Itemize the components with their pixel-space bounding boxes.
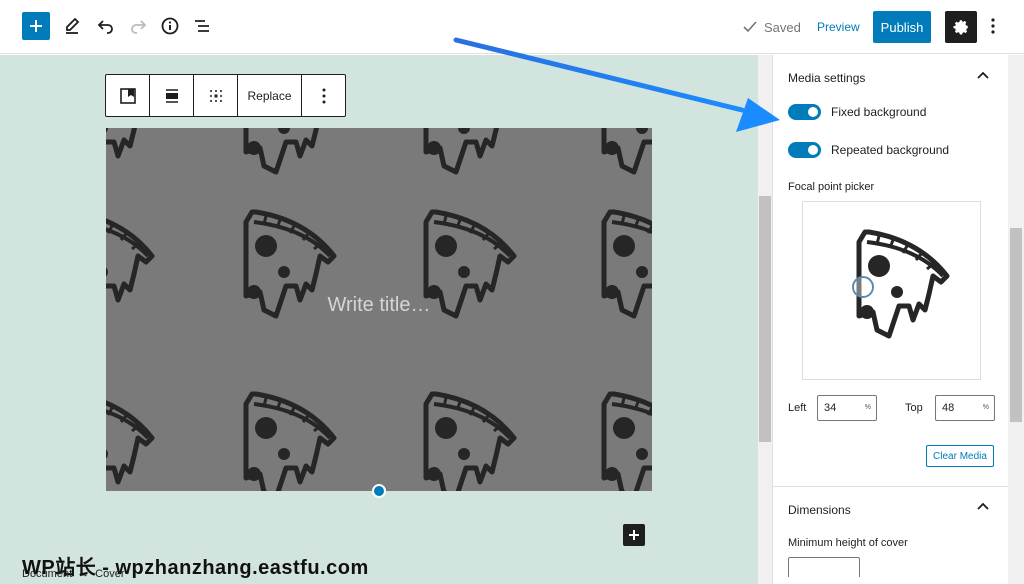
align-button[interactable]: [150, 75, 194, 116]
focal-left-input[interactable]: 34 %: [817, 395, 877, 421]
position-grid-icon: [209, 89, 222, 102]
repeated-background-label: Repeated background: [831, 143, 950, 157]
preview-button[interactable]: Preview: [817, 20, 860, 34]
info-icon: [161, 17, 179, 35]
chevron-up-icon[interactable]: [975, 68, 991, 84]
publish-button[interactable]: Publish: [873, 11, 931, 43]
focal-top-unit: %: [982, 404, 989, 411]
minimum-height-input[interactable]: [788, 557, 860, 577]
focal-top-value: 48: [942, 402, 955, 414]
focal-point-picker-label: Focal point picker: [788, 181, 875, 193]
dimensions-panel-title[interactable]: Dimensions: [788, 503, 851, 517]
redo-icon: [131, 20, 147, 34]
breadcrumb: Document → Cover: [22, 568, 124, 580]
list-view-button[interactable]: [190, 14, 214, 38]
left-label: Left: [788, 402, 807, 414]
editor-top-bar: Saved Preview Publish: [0, 0, 1024, 54]
minimum-height-label: Minimum height of cover: [788, 537, 908, 549]
fixed-background-toggle[interactable]: [788, 104, 821, 120]
block-options-button[interactable]: [302, 75, 345, 116]
undo-button[interactable]: [94, 14, 118, 38]
more-vertical-icon: [991, 18, 995, 34]
cover-resize-handle[interactable]: [372, 484, 386, 498]
media-settings-panel-title[interactable]: Media settings: [788, 71, 865, 85]
undo-icon: [97, 20, 113, 34]
repeated-background-toggle[interactable]: [788, 142, 821, 158]
add-block-button[interactable]: [22, 12, 50, 40]
chevron-up-icon[interactable]: [975, 499, 991, 515]
block-type-button[interactable]: [106, 75, 150, 116]
replace-label: Replace: [247, 88, 292, 103]
focal-left-value: 34: [824, 402, 837, 414]
breadcrumb-item-cover[interactable]: Cover: [95, 568, 124, 580]
check-icon: [743, 21, 757, 33]
block-toolbar: Replace: [105, 74, 346, 117]
options-button[interactable]: [985, 14, 1001, 38]
more-vertical-icon: [322, 88, 325, 103]
gear-icon: [953, 20, 968, 35]
block-inserter-button[interactable]: [623, 524, 645, 546]
cover-block-icon: [119, 87, 136, 104]
cover-title-placeholder[interactable]: Write title…: [106, 294, 652, 317]
cover-block[interactable]: Write title…: [106, 128, 652, 491]
saved-label: Saved: [764, 19, 801, 35]
details-button[interactable]: [158, 14, 182, 38]
redo-button[interactable]: [126, 14, 150, 38]
content-position-button[interactable]: [194, 75, 238, 116]
tools-button[interactable]: [60, 14, 84, 38]
repeated-background-toggle-row[interactable]: Repeated background: [788, 142, 949, 158]
panel-divider: [773, 486, 1008, 487]
focal-point-handle[interactable]: [852, 276, 874, 298]
replace-button[interactable]: Replace: [238, 75, 302, 116]
top-label: Top: [905, 402, 923, 414]
breadcrumb-item-document[interactable]: Document: [22, 568, 72, 580]
focal-left-unit: %: [864, 404, 871, 411]
align-wide-icon: [165, 88, 178, 103]
focal-point-picker[interactable]: [802, 201, 981, 380]
saved-status: Saved: [742, 19, 801, 35]
plus-icon: [30, 20, 42, 32]
focal-top-input[interactable]: 48 %: [935, 395, 995, 421]
canvas-scrollbar-thumb[interactable]: [759, 196, 771, 442]
pencil-icon: [66, 17, 80, 34]
clear-media-button[interactable]: Clear Media: [926, 445, 994, 467]
focal-preview-image: [803, 202, 981, 380]
fixed-background-toggle-row[interactable]: Fixed background: [788, 104, 926, 120]
fixed-background-label: Fixed background: [831, 105, 927, 119]
plus-icon: [629, 530, 639, 540]
breadcrumb-separator: →: [78, 568, 90, 580]
settings-button[interactable]: [945, 11, 977, 43]
list-view-icon: [195, 20, 209, 32]
sidebar-scrollbar-thumb[interactable]: [1010, 228, 1022, 422]
